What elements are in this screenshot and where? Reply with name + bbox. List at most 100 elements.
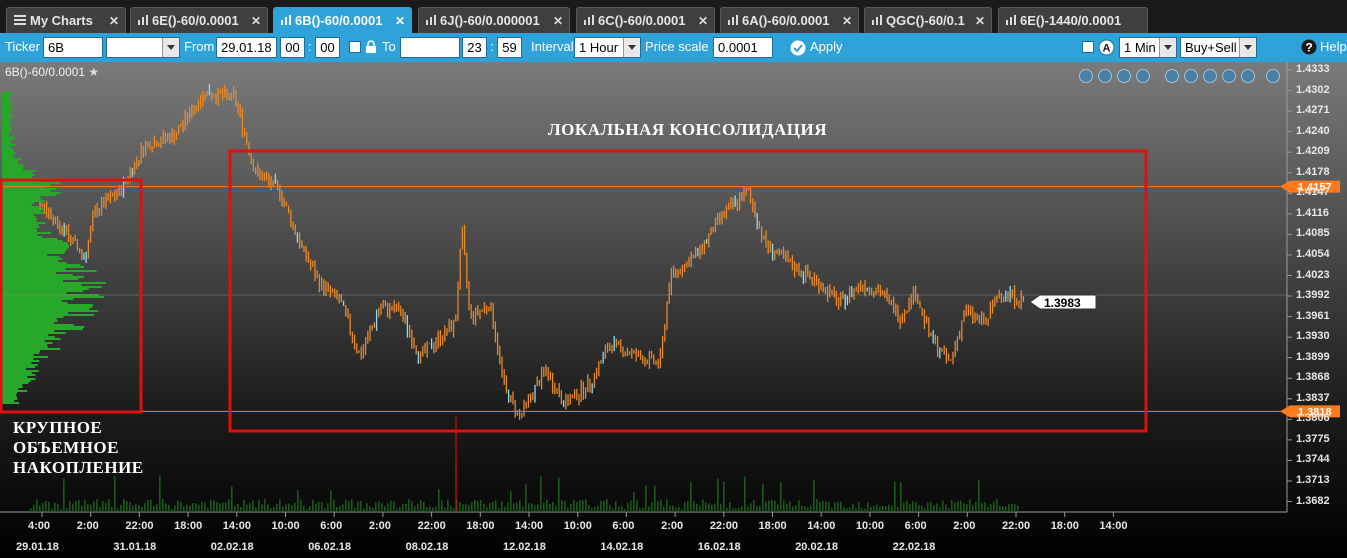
volume-bar <box>705 502 707 512</box>
volume-bar <box>471 502 473 512</box>
volume-profile-bar <box>2 282 106 284</box>
volume-bar <box>243 499 245 512</box>
volume-bar <box>267 504 269 512</box>
volume-profile-bar <box>2 96 10 98</box>
zoom-fit-icon[interactable] <box>1079 69 1093 83</box>
y-tick-label: 1.3899 <box>1296 350 1330 363</box>
tab-label: 6E()-60/0.0001 <box>152 13 239 28</box>
tab-6b-60[interactable]: 6B()-60/0.0001 ✕ <box>273 7 412 33</box>
apply-button[interactable]: Apply <box>810 39 843 54</box>
volume-bar <box>984 502 986 512</box>
lock-checkbox[interactable] <box>349 41 361 53</box>
volume-bar <box>555 506 557 512</box>
tab-6j-60[interactable]: 6J()-60/0.000001 ✕ <box>418 7 570 33</box>
chevron-down-icon[interactable] <box>1266 69 1280 83</box>
volume-bar <box>618 506 620 512</box>
auto-icon[interactable]: A <box>1098 39 1115 59</box>
refresh-icon[interactable] <box>1184 69 1198 83</box>
chevron-down-icon <box>162 38 179 57</box>
volume-bar <box>741 506 743 512</box>
draw-icon[interactable] <box>1165 69 1179 83</box>
from-min-input[interactable]: 00 <box>315 37 340 58</box>
x-time-label: 2:00 <box>661 520 684 532</box>
volume-bar <box>663 506 665 512</box>
ticker-select[interactable] <box>106 37 180 58</box>
settings-icon[interactable] <box>1203 69 1217 83</box>
volume-bar <box>801 505 803 512</box>
tab-bar: My Charts ✕ 6E()-60/0.0001 ✕ 6B()-60/0.0… <box>0 0 1347 33</box>
ticker-label: Ticker <box>5 39 40 54</box>
help-link[interactable]: Help <box>1320 39 1347 54</box>
price-scale-input[interactable]: 0.0001 <box>713 37 773 58</box>
volume-bar <box>852 503 854 512</box>
ticker-input[interactable]: 6B <box>43 37 103 58</box>
volume-bar <box>519 500 521 512</box>
volume-bar <box>567 508 569 512</box>
volume-bar <box>756 505 758 512</box>
right-interval-select[interactable]: 1 Min <box>1119 37 1177 58</box>
volume-profile-bar <box>2 330 55 332</box>
volume-bar <box>459 502 461 512</box>
volume-bar <box>651 502 653 512</box>
close-icon[interactable]: ✕ <box>109 8 119 33</box>
x-date-label: 29.01.18 <box>16 541 59 553</box>
popout-icon[interactable] <box>1222 69 1236 83</box>
tab-6e-1440[interactable]: 6E()-1440/0.0001 <box>998 7 1148 33</box>
volume-bar <box>879 506 881 512</box>
interval-label: Interval <box>531 39 574 54</box>
volume-bar <box>246 504 248 512</box>
tab-6a-60[interactable]: 6A()-60/0.0001 ✕ <box>720 7 859 33</box>
close-icon[interactable]: ✕ <box>842 8 852 33</box>
chart-area[interactable]: 1.4157 1.3818 1.3983 6B()-60/0.0001 ★ 1.43… <box>0 62 1347 558</box>
close-chart-icon[interactable] <box>1241 69 1255 83</box>
volume-bar <box>849 507 851 512</box>
volume-bar <box>921 505 923 512</box>
tab-qgc-60[interactable]: QGC()-60/0.1 ✕ <box>864 7 992 33</box>
close-icon[interactable]: ✕ <box>553 8 563 33</box>
star-icon[interactable]: ★ <box>88 65 99 79</box>
volume-profile-bar <box>2 220 37 222</box>
x-date-label: 06.02.18 <box>308 541 352 553</box>
volume-bar <box>753 500 755 512</box>
zoom-out-icon[interactable] <box>1117 69 1131 83</box>
volume-profile-bar <box>2 356 48 358</box>
volume-bar <box>558 477 560 512</box>
interval-select[interactable]: 1 Hour <box>574 37 641 58</box>
time-separator: : <box>490 39 494 54</box>
volume-bar <box>318 501 320 512</box>
volume-bar <box>900 482 902 512</box>
volume-bar <box>75 501 77 512</box>
volume-bar <box>399 507 401 512</box>
autoscale-checkbox[interactable] <box>1082 41 1094 53</box>
from-date-input[interactable]: 29.01.18 <box>216 37 277 58</box>
chart-toolbar: Ticker 6B From 29.01.18 00 : 00 To 23 : … <box>0 33 1347 62</box>
volume-bar <box>453 508 455 512</box>
volume-bar <box>885 506 887 512</box>
chevron-down-icon <box>1239 38 1256 57</box>
tab-6e-60[interactable]: 6E()-60/0.0001 ✕ <box>130 7 268 33</box>
side-select[interactable]: Buy+Sell <box>1180 37 1257 58</box>
y-tick-label: 1.4333 <box>1296 63 1330 75</box>
zoom-reset-icon[interactable] <box>1136 69 1150 83</box>
close-icon[interactable]: ✕ <box>975 8 985 33</box>
zoom-in-icon[interactable] <box>1098 69 1112 83</box>
volume-bar <box>918 504 920 512</box>
close-icon[interactable]: ✕ <box>698 8 708 33</box>
close-icon[interactable]: ✕ <box>251 8 261 33</box>
volume-bar <box>789 501 791 512</box>
to-hour-input[interactable]: 23 <box>462 37 487 58</box>
volume-bar <box>462 504 464 512</box>
to-date-input[interactable] <box>400 37 460 58</box>
volume-bar <box>762 483 764 512</box>
close-icon[interactable]: ✕ <box>395 8 405 33</box>
volume-profile-bar <box>2 218 37 220</box>
to-min-input[interactable]: 59 <box>497 37 522 58</box>
volume-bar <box>288 503 290 512</box>
tab-my-charts[interactable]: My Charts ✕ <box>6 7 126 33</box>
volume-bar <box>912 501 914 512</box>
help-icon[interactable]: ? <box>1301 39 1317 58</box>
check-circle-icon[interactable] <box>790 40 806 59</box>
volume-bar <box>372 507 374 512</box>
from-hour-input[interactable]: 00 <box>280 37 305 58</box>
tab-6c-60[interactable]: 6C()-60/0.0001 ✕ <box>576 7 715 33</box>
